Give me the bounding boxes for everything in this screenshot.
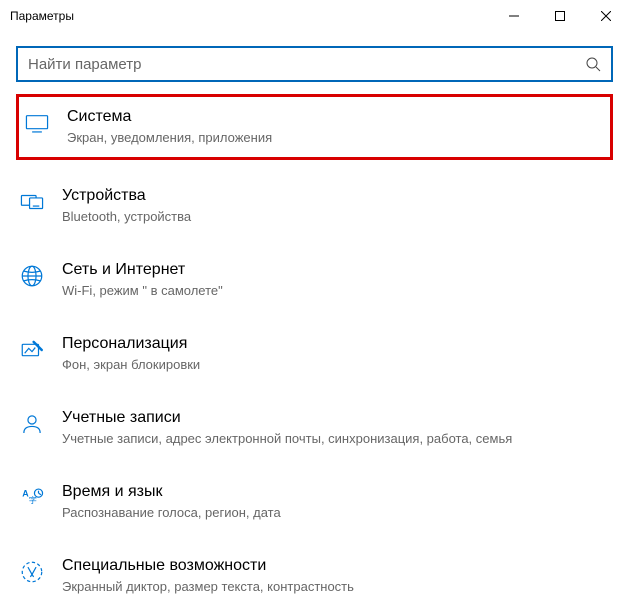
settings-item-title: Специальные возможности [62,556,354,577]
time-language-icon: A 字 [16,482,48,514]
settings-item-text: Сеть и Интернет Wi-Fi, режим " в самолет… [62,260,223,300]
search-box[interactable] [16,46,613,82]
settings-item-title: Учетные записи [62,408,512,429]
settings-item-desc: Учетные записи, адрес электронной почты,… [62,430,512,448]
settings-item-text: Устройства Bluetooth, устройства [62,186,191,226]
settings-item-desc: Распознавание голоса, регион, дата [62,504,281,522]
ease-of-access-icon [16,556,48,588]
settings-item-text: Система Экран, уведомления, приложения [67,107,272,147]
settings-item-time-language[interactable]: A 字 Время и язык Распознавание голоса, р… [16,472,613,532]
settings-item-text: Персонализация Фон, экран блокировки [62,334,200,374]
window-controls [491,0,629,32]
search-icon [585,56,601,72]
settings-item-desc: Wi-Fi, режим " в самолете" [62,282,223,300]
settings-item-system[interactable]: Система Экран, уведомления, приложения [16,94,613,160]
globe-icon [16,260,48,292]
settings-item-title: Сеть и Интернет [62,260,223,281]
minimize-button[interactable] [491,0,537,32]
minimize-icon [509,11,519,21]
settings-item-title: Персонализация [62,334,200,355]
devices-icon [16,186,48,218]
person-icon [16,408,48,440]
settings-list: Система Экран, уведомления, приложения У… [16,94,613,606]
display-icon [21,107,53,139]
settings-item-ease-of-access[interactable]: Специальные возможности Экранный диктор,… [16,546,613,606]
settings-item-text: Время и язык Распознавание голоса, регио… [62,482,281,522]
settings-item-network[interactable]: Сеть и Интернет Wi-Fi, режим " в самолет… [16,250,613,310]
settings-item-title: Время и язык [62,482,281,503]
settings-item-desc: Фон, экран блокировки [62,356,200,374]
settings-item-desc: Bluetooth, устройства [62,208,191,226]
close-icon [601,11,611,21]
window-titlebar: Параметры [0,0,629,32]
maximize-icon [555,11,565,21]
personalization-icon [16,334,48,366]
window-title: Параметры [10,9,491,23]
search-input[interactable] [28,56,585,73]
settings-item-title: Система [67,107,272,128]
close-button[interactable] [583,0,629,32]
settings-item-desc: Экран, уведомления, приложения [67,129,272,147]
maximize-button[interactable] [537,0,583,32]
settings-item-devices[interactable]: Устройства Bluetooth, устройства [16,176,613,236]
settings-item-title: Устройства [62,186,191,207]
settings-item-desc: Экранный диктор, размер текста, контраст… [62,578,354,596]
settings-item-accounts[interactable]: Учетные записи Учетные записи, адрес эле… [16,398,613,458]
settings-item-text: Учетные записи Учетные записи, адрес эле… [62,408,512,448]
settings-item-text: Специальные возможности Экранный диктор,… [62,556,354,596]
settings-item-personalization[interactable]: Персонализация Фон, экран блокировки [16,324,613,384]
